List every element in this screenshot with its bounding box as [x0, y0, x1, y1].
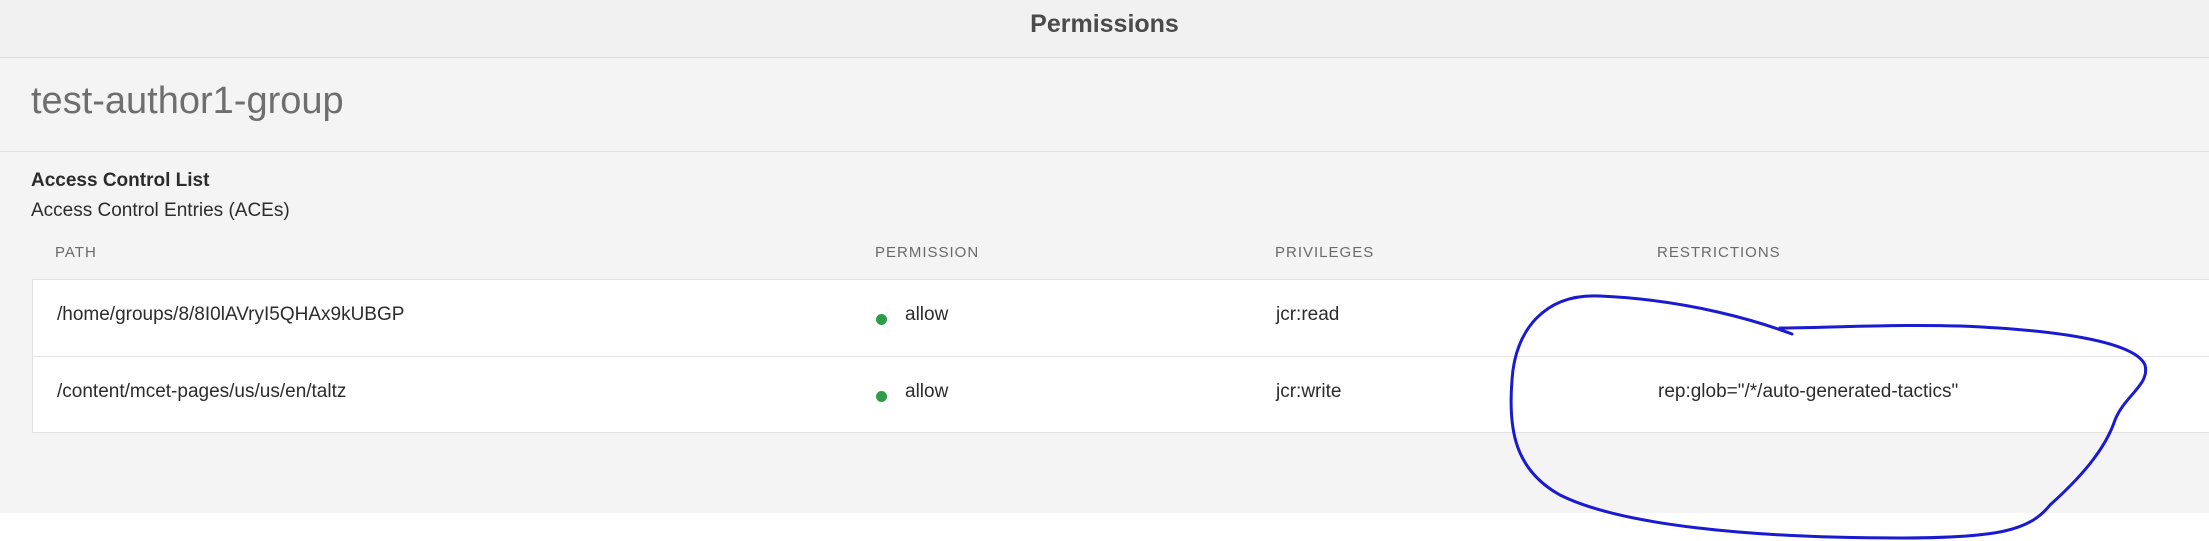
privileges-cell: jcr:write	[1276, 381, 1342, 402]
acl-heading: Access Control List	[31, 170, 210, 191]
column-header-restrictions[interactable]: RESTRICTIONS	[1657, 244, 1781, 261]
ace-table: /home/groups/8/8I0lAVryI5QHAx9kUBGP allo…	[32, 279, 2209, 433]
group-name: test-author1-group	[31, 80, 344, 122]
main-content: test-author1-group Access Control List A…	[0, 58, 2209, 513]
permissions-page: Permissions test-author1-group Access Co…	[0, 0, 2209, 541]
permission-cell: allow	[905, 304, 949, 325]
allow-status-dot-icon	[876, 314, 887, 325]
group-header: test-author1-group	[0, 58, 2209, 152]
table-row[interactable]: /content/mcet-pages/us/us/en/taltz allow…	[33, 356, 2209, 433]
column-header-permission[interactable]: PERMISSION	[875, 244, 979, 261]
column-header-privileges[interactable]: PRIVILEGES	[1275, 244, 1374, 261]
top-bar: Permissions	[0, 0, 2209, 58]
table-row[interactable]: /home/groups/8/8I0lAVryI5QHAx9kUBGP allo…	[33, 280, 2209, 356]
permission-cell: allow	[905, 381, 949, 402]
privileges-cell: jcr:read	[1276, 304, 1340, 325]
path-cell: /content/mcet-pages/us/us/en/taltz	[57, 381, 347, 402]
restrictions-cell: rep:glob="/*/auto-generated-tactics"	[1658, 381, 1959, 402]
ace-subheading: Access Control Entries (ACEs)	[31, 200, 290, 221]
page-title: Permissions	[1030, 10, 1179, 38]
column-header-path[interactable]: PATH	[55, 244, 97, 261]
allow-status-dot-icon	[876, 391, 887, 402]
path-cell: /home/groups/8/8I0lAVryI5QHAx9kUBGP	[57, 304, 405, 325]
